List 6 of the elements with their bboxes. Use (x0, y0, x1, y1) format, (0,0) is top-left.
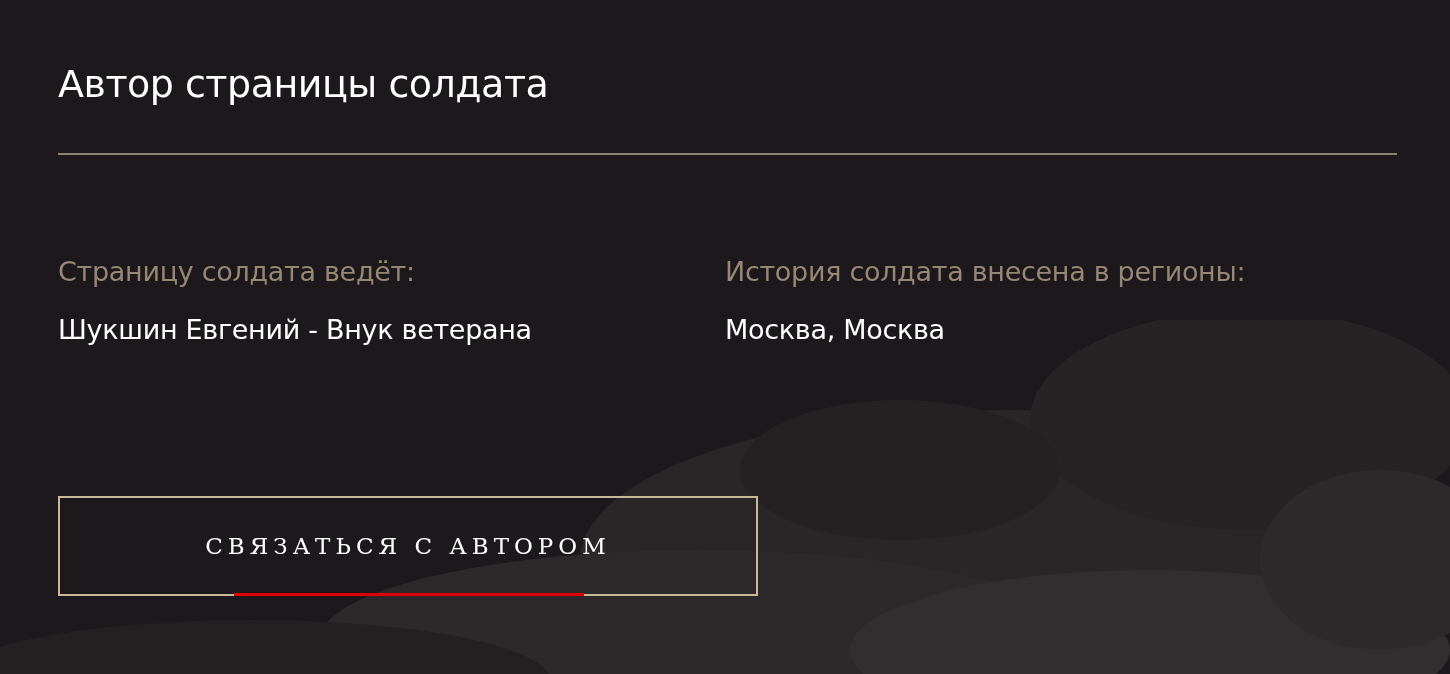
contact-author-button[interactable]: СВЯЗАТЬСЯ С АВТОРОМ (58, 496, 758, 596)
field-label: История солдата внесена в регионы: (725, 255, 1246, 289)
section-title: Автор страницы солдата (58, 61, 549, 108)
field-value: Москва, Москва (725, 313, 945, 347)
field-label: Страницу солдата ведёт: (58, 255, 415, 289)
field-value: Шукшин Евгений - Внук ветерана (58, 313, 532, 347)
